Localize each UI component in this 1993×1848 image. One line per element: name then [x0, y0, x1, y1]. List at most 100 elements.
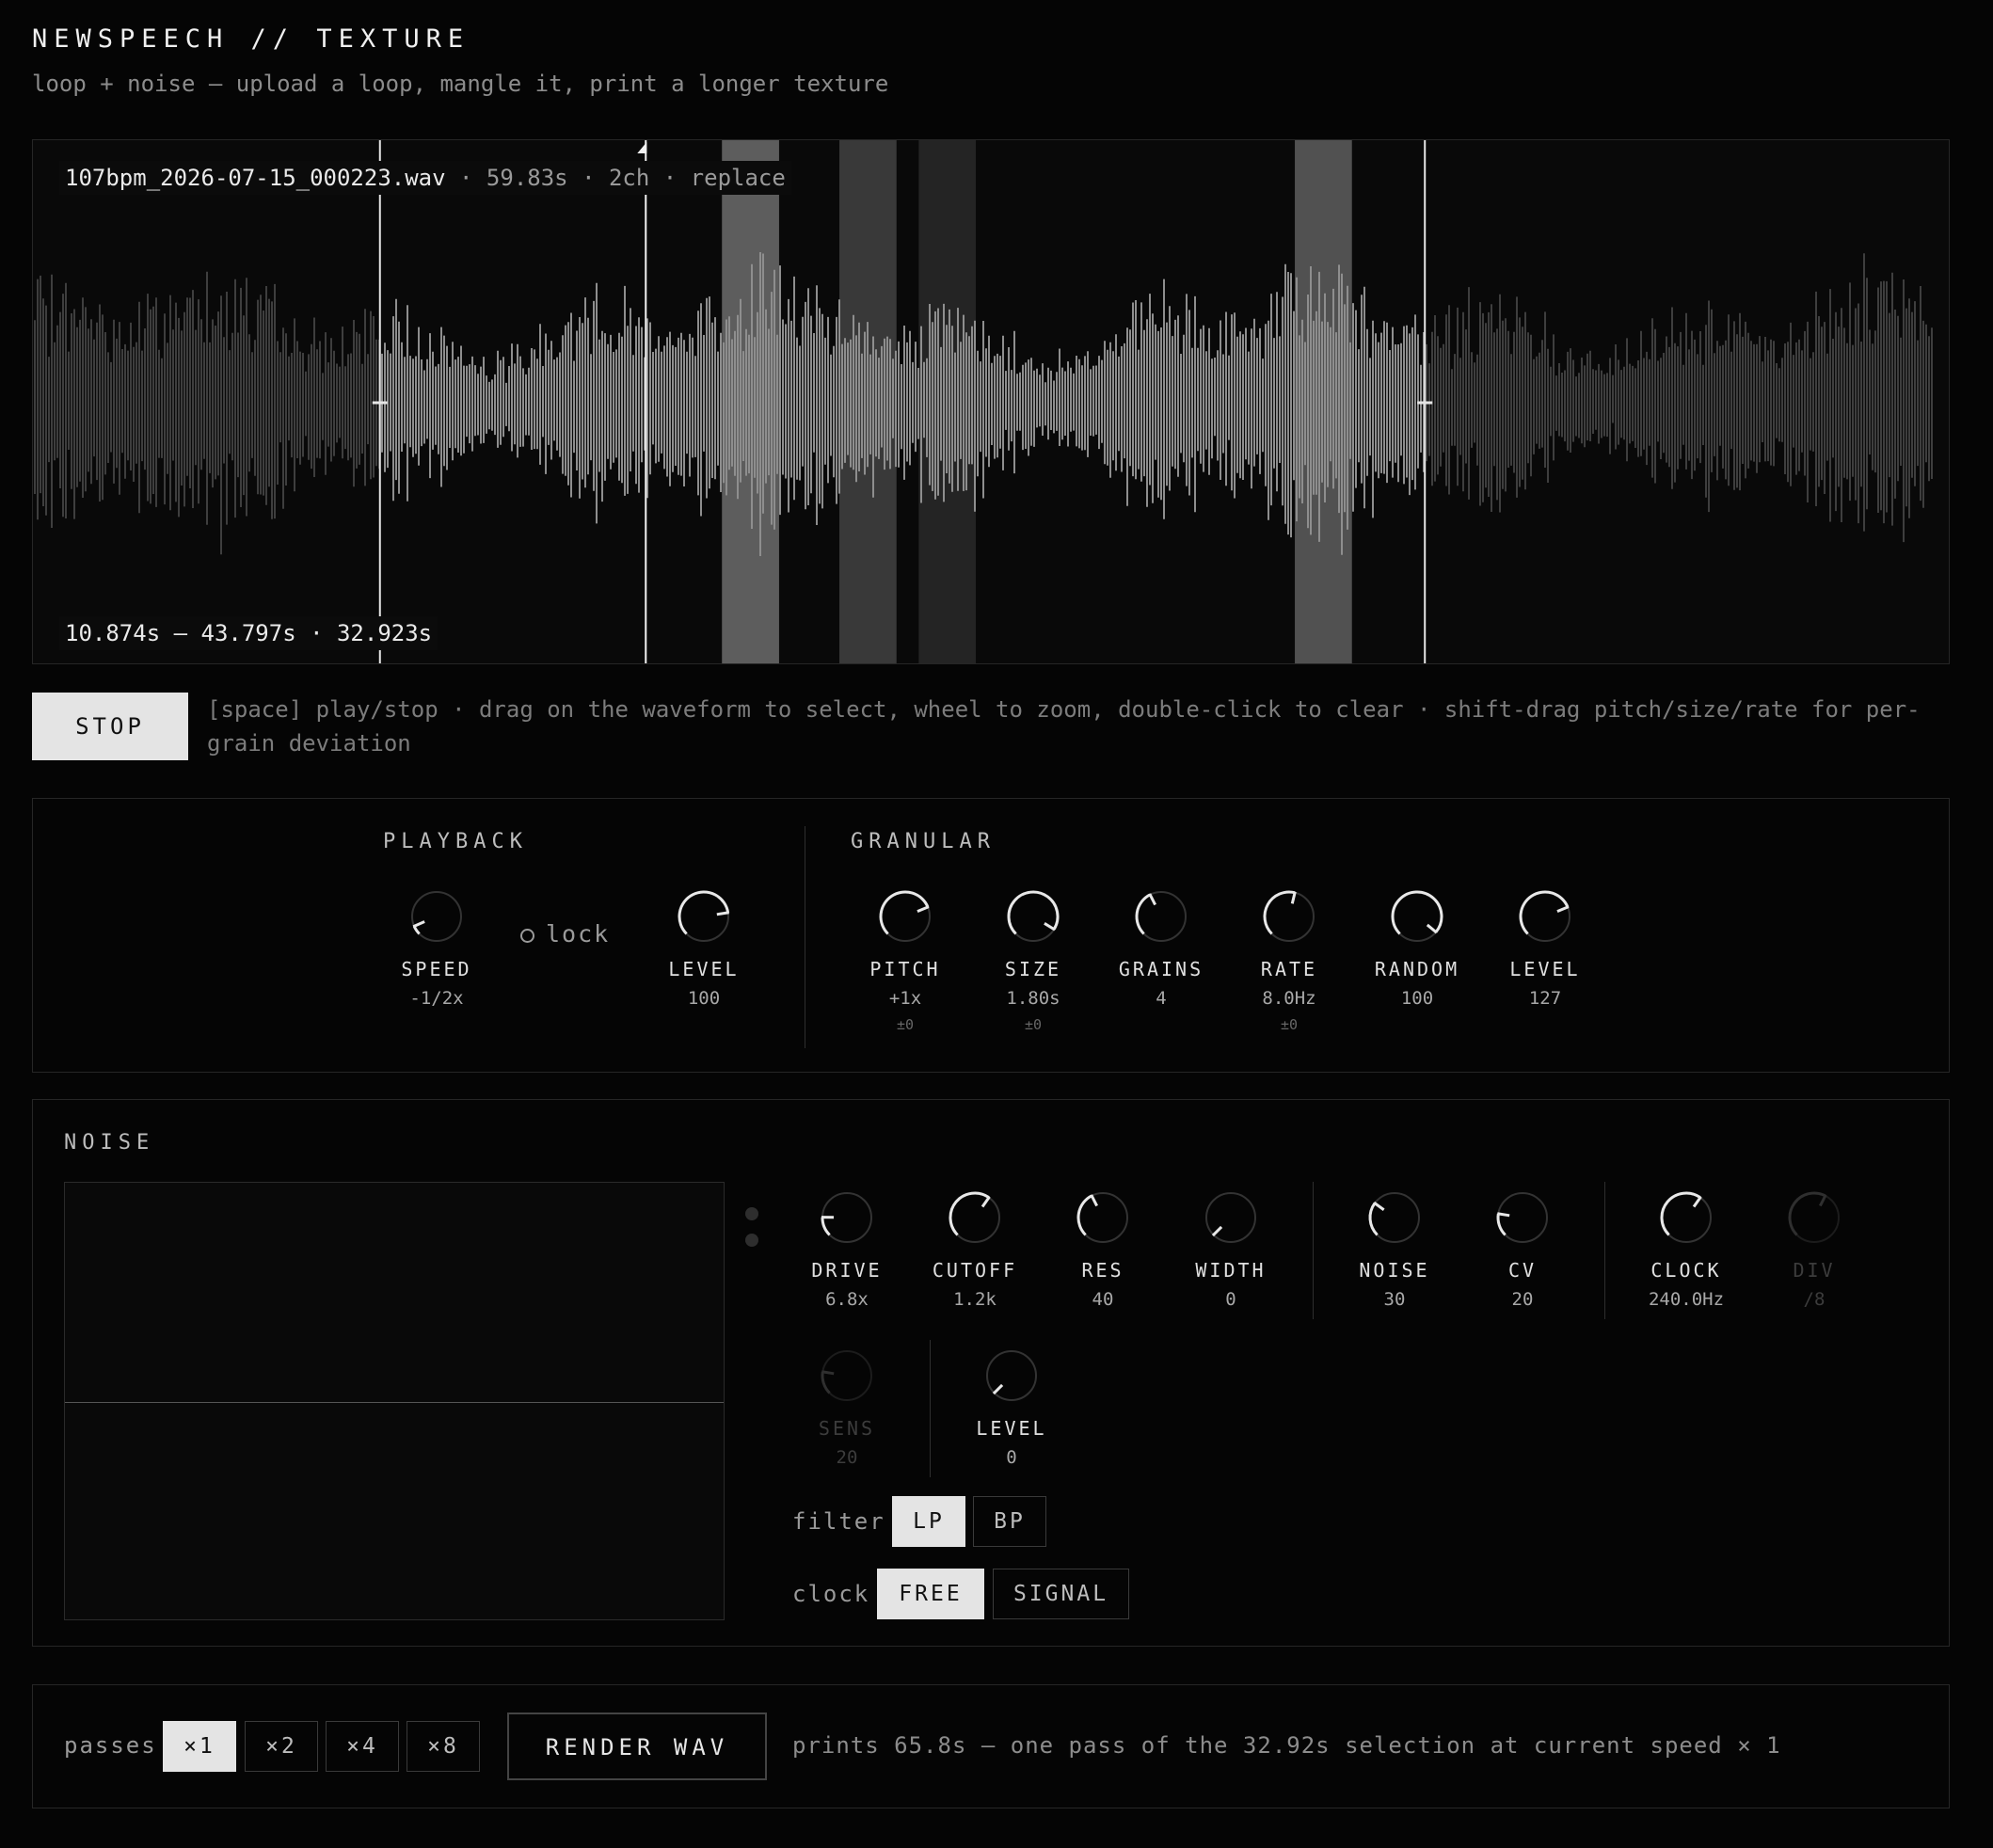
noise-cv-knob[interactable]: CV 20 [1457, 1187, 1588, 1310]
render-wav-button[interactable]: RENDER WAV [507, 1713, 767, 1780]
granular-rate-deviation: ±0 [1280, 1016, 1299, 1033]
speed-knob-dial[interactable] [407, 886, 467, 947]
noise-drive-knob[interactable]: DRIVE 6.8x [781, 1187, 913, 1310]
granular-level-label: LEVEL [1509, 958, 1581, 980]
clock-label: clock [792, 1581, 870, 1607]
granular-level-knob[interactable]: LEVEL 127 [1479, 886, 1611, 1016]
noise-cutoff-knob-dial[interactable] [945, 1187, 1005, 1248]
knob-pointer [1148, 893, 1156, 906]
passes-x8-button[interactable]: ×8 [407, 1721, 480, 1772]
knob-pointer [1211, 1225, 1223, 1237]
noise-div-knob: DIV/8 [1748, 1187, 1880, 1310]
granular-size-knob-dial[interactable] [1003, 886, 1063, 947]
noise-drive-label: DRIVE [811, 1259, 883, 1282]
granular-rate-knob-dial[interactable] [1259, 886, 1319, 947]
noise-width-knob-dial[interactable] [1201, 1187, 1261, 1248]
granular-pitch-knob[interactable]: PITCH +1x ±0 [839, 886, 971, 1033]
noise-div-label: DIV [1793, 1259, 1836, 1282]
granular-random-value: 100 [1400, 988, 1434, 1009]
lock-toggle[interactable]: lock [520, 920, 610, 948]
granular-level-knob-dial[interactable] [1515, 886, 1575, 947]
noise-level-out-knob[interactable]: LEVEL 0 [946, 1346, 1077, 1468]
stop-button[interactable]: STOP [32, 693, 188, 760]
knob-arc [821, 1217, 831, 1236]
noise-res-knob[interactable]: RES 40 [1037, 1187, 1169, 1310]
lock-label: lock [546, 920, 611, 948]
knob-pointer [821, 1370, 835, 1376]
knob-pointer [1497, 1212, 1510, 1218]
granular-pitch-deviation: ±0 [896, 1016, 915, 1033]
noise-res-label: RES [1081, 1259, 1124, 1282]
playback-level-knob-dial[interactable] [674, 886, 734, 947]
noise-div-value: /8 [1803, 1289, 1826, 1310]
noise-scope [64, 1182, 725, 1620]
knob-pointer [1556, 905, 1570, 914]
noise-clock-knob-dial[interactable] [1656, 1187, 1716, 1248]
noise-sens-knob-dial [821, 1350, 872, 1401]
noise-cv-label: CV [1507, 1259, 1538, 1282]
granular-grains-knob-dial[interactable] [1131, 886, 1191, 947]
noise-noise-knob[interactable]: NOISE 30 [1329, 1187, 1460, 1310]
knob-arc [1368, 1202, 1379, 1236]
knob-pointer [1044, 922, 1056, 932]
filter-label: filter [792, 1508, 885, 1535]
granular-random-knob-dial[interactable] [1387, 886, 1447, 947]
noise-level-out-value: 0 [1006, 1447, 1017, 1468]
passes-x4-button[interactable]: ×4 [326, 1721, 399, 1772]
radio-circle-icon[interactable] [520, 928, 534, 943]
knob-pointer [412, 920, 425, 929]
playback-level-knob[interactable]: LEVEL 100 [638, 886, 770, 1009]
knob-pointer [992, 1383, 1004, 1395]
knob-pointer [1692, 1196, 1702, 1208]
app-subtitle: loop + noise — upload a loop, mangle it,… [32, 71, 889, 97]
noise-cv-value: 20 [1511, 1289, 1534, 1310]
noise-clock-value: 240.0Hz [1648, 1289, 1725, 1310]
waveform-view[interactable]: 107bpm_2026-07-15_000223.wav · 59.83s · … [32, 139, 1950, 664]
passes-x2-button[interactable]: ×2 [245, 1721, 318, 1772]
granular-title: GRANULAR [851, 830, 996, 853]
granular-random-knob[interactable]: RANDOM 100 [1351, 886, 1483, 1016]
knob-pointer [1426, 923, 1438, 934]
granular-rate-label: RATE [1260, 958, 1318, 980]
granular-size-knob[interactable]: SIZE 1.80s ±0 [967, 886, 1099, 1033]
waveform-canvas[interactable] [33, 140, 1950, 664]
granular-grains-knob[interactable]: GRAINS 4 [1095, 886, 1227, 1016]
knob-arc [879, 890, 930, 935]
clock-free-button[interactable]: FREE [877, 1569, 984, 1619]
render-info: prints 65.8s — one pass of the 32.92s se… [792, 1732, 1781, 1759]
knob-pointer [1373, 1201, 1385, 1211]
noise-noise-knob-dial[interactable] [1364, 1187, 1425, 1248]
noise-title: NOISE [64, 1131, 155, 1155]
filter-lp-button[interactable]: LP [892, 1496, 965, 1547]
granular-grains-value: 4 [1156, 988, 1167, 1009]
granular-rate-knob[interactable]: RATE 8.0Hz ±0 [1223, 886, 1355, 1033]
clock-signal-button[interactable]: SIGNAL [993, 1569, 1129, 1619]
noise-cutoff-label: CUTOFF [932, 1259, 1018, 1282]
noise-sens-knob: SENS 20 [781, 1346, 913, 1468]
noise-noise-label: NOISE [1359, 1259, 1430, 1282]
knob-arc [821, 1371, 831, 1394]
noise-level-out-knob-dial[interactable] [981, 1346, 1042, 1406]
noise-res-knob-dial[interactable] [1073, 1187, 1133, 1248]
passes-x1-button[interactable]: ×1 [163, 1721, 236, 1772]
knob-arc [1391, 890, 1443, 935]
speed-label: SPEED [401, 958, 472, 980]
granular-pitch-label: PITCH [869, 958, 941, 980]
indicator-dot-icon [745, 1207, 758, 1220]
noise-cutoff-knob[interactable]: CUTOFF 1.2k [909, 1187, 1041, 1310]
noise-clock-knob[interactable]: CLOCK 240.0Hz [1620, 1187, 1752, 1310]
granular-level-value: 127 [1528, 988, 1562, 1009]
knob-arc [1496, 1213, 1507, 1236]
granular-pitch-knob-dial[interactable] [875, 886, 935, 947]
noise-sens-value: 20 [836, 1447, 858, 1468]
filter-bp-button[interactable]: BP [973, 1496, 1046, 1547]
knob-arc [1135, 893, 1151, 935]
noise-drive-knob-dial[interactable] [817, 1187, 877, 1248]
noise-cutoff-value: 1.2k [953, 1289, 996, 1310]
knob-pointer [1090, 1194, 1098, 1207]
noise-cv-knob-dial[interactable] [1492, 1187, 1553, 1248]
replace-link[interactable]: replace [691, 165, 786, 191]
knob-pointer [716, 911, 729, 916]
speed-knob[interactable]: SPEED -1/2x [371, 886, 502, 1009]
noise-width-knob[interactable]: WIDTH 0 [1165, 1187, 1297, 1310]
